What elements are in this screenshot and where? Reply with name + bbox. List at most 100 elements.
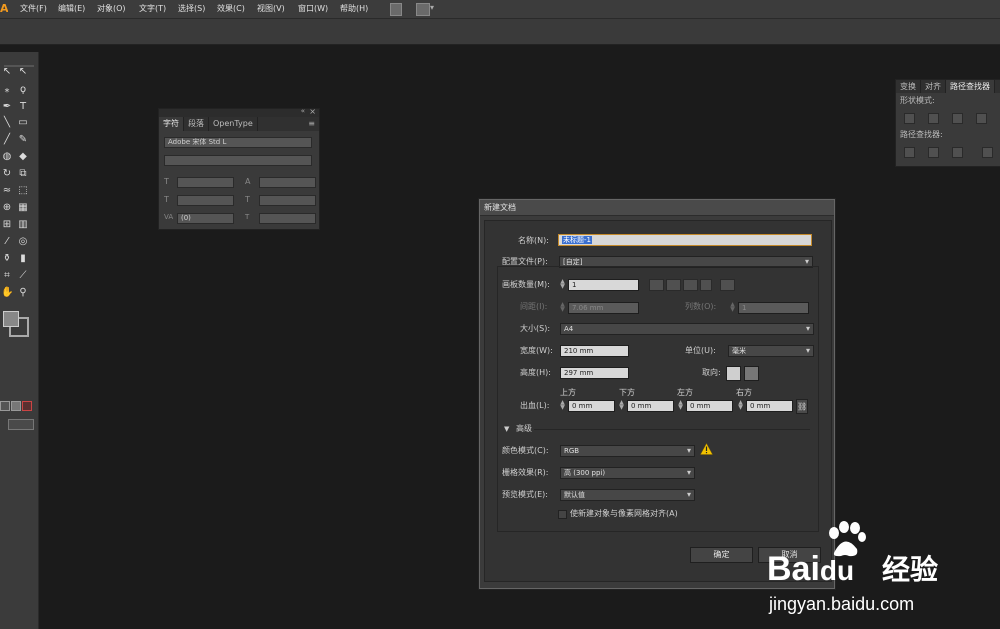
menu-effect[interactable]: 效果(C) xyxy=(217,0,245,18)
artboard-tool-icon[interactable]: ⌗ xyxy=(1,270,13,282)
hand-tool-icon[interactable]: ✋ xyxy=(1,287,13,299)
chevron-down-icon[interactable]: ▾ xyxy=(430,3,434,12)
blob-brush-tool-icon[interactable]: ◍ xyxy=(1,151,13,163)
tab-paragraph[interactable]: 段落 xyxy=(184,117,209,131)
color-mode-select[interactable]: RGB xyxy=(560,445,695,457)
raster-effects-select[interactable]: 高 (300 ppi) xyxy=(560,467,695,479)
intersect-icon[interactable] xyxy=(952,113,963,124)
trim-icon[interactable] xyxy=(928,147,939,158)
portrait-orientation-icon[interactable] xyxy=(726,366,741,381)
leading-field[interactable] xyxy=(259,177,316,188)
bleed-top-spinner[interactable]: ▲ ▼ xyxy=(560,400,565,411)
right-to-left-icon[interactable] xyxy=(720,279,735,291)
shape-builder-tool-icon[interactable]: ⊕ xyxy=(1,202,13,214)
arrange-by-column-icon[interactable] xyxy=(700,279,712,291)
vertical-scale-field[interactable] xyxy=(259,213,316,224)
bridge-icon[interactable] xyxy=(390,3,402,16)
close-icon[interactable]: × xyxy=(309,107,316,116)
rotate-tool-icon[interactable]: ↻ xyxy=(1,168,13,180)
grid-by-column-icon[interactable] xyxy=(666,279,681,291)
merge-icon[interactable] xyxy=(952,147,963,158)
drawing-mode-icon[interactable] xyxy=(8,419,34,430)
zoom-tool-icon[interactable]: ⚲ xyxy=(17,287,29,299)
fill-stroke-swatches[interactable] xyxy=(3,311,29,337)
menu-help[interactable]: 帮助(H) xyxy=(340,0,368,18)
width-input[interactable]: 210 mm xyxy=(560,345,629,357)
bleed-bottom-spinner[interactable]: ▲ ▼ xyxy=(619,400,624,411)
pencil-tool-icon[interactable]: ✎ xyxy=(17,134,29,146)
menu-edit[interactable]: 编辑(E) xyxy=(58,0,85,18)
pen-tool-icon[interactable]: ✒ xyxy=(1,101,13,113)
artboards-spinner[interactable]: ▲ ▼ xyxy=(560,279,565,290)
collapse-icon[interactable]: « xyxy=(301,107,305,115)
panel-menu-icon[interactable]: ≡ xyxy=(308,117,319,131)
height-input[interactable]: 297 mm xyxy=(560,367,629,379)
menu-file[interactable]: 文件(F) xyxy=(20,0,47,18)
menu-select[interactable]: 选择(S) xyxy=(178,0,205,18)
gradient-tool-icon[interactable]: ▥ xyxy=(17,219,29,231)
menu-object[interactable]: 对象(O) xyxy=(97,0,126,18)
scale-tool-icon[interactable]: ⧉ xyxy=(17,168,29,180)
width-tool-icon[interactable]: ≈ xyxy=(1,185,13,197)
size-select[interactable]: A4 xyxy=(560,323,814,335)
gradient-mode-icon[interactable] xyxy=(11,401,21,411)
font-size-field[interactable] xyxy=(177,177,234,188)
symbol-sprayer-tool-icon[interactable]: ⚱ xyxy=(1,253,13,265)
color-mode-icon[interactable] xyxy=(0,401,10,411)
name-input[interactable]: 未标题-1 xyxy=(558,234,812,246)
divide-icon[interactable] xyxy=(904,147,915,158)
landscape-orientation-icon[interactable] xyxy=(744,366,759,381)
menu-view[interactable]: 视图(V) xyxy=(257,0,285,18)
bleed-bottom-input[interactable]: 0 mm xyxy=(627,400,674,412)
line-tool-icon[interactable]: ╲ xyxy=(1,117,13,129)
menu-type[interactable]: 文字(T) xyxy=(139,0,166,18)
dialog-title-bar[interactable]: 新建文档 xyxy=(480,200,834,216)
blend-tool-icon[interactable]: ◎ xyxy=(17,236,29,248)
rectangle-tool-icon[interactable]: ▭ xyxy=(17,117,29,129)
bleed-left-input[interactable]: 0 mm xyxy=(686,400,733,412)
none-mode-icon[interactable] xyxy=(22,401,32,411)
tab-character[interactable]: 字符 xyxy=(159,117,184,131)
bleed-right-input[interactable]: 0 mm xyxy=(746,400,793,412)
tab-pathfinder[interactable]: 路径查找器 xyxy=(946,80,995,93)
eraser-tool-icon[interactable]: ◆ xyxy=(17,151,29,163)
magic-wand-tool-icon[interactable]: ⁎ xyxy=(1,84,13,96)
perspective-grid-tool-icon[interactable]: ▦ xyxy=(17,202,29,214)
direct-selection-tool-icon[interactable]: ↖ xyxy=(17,66,29,78)
font-style-select[interactable] xyxy=(164,155,312,166)
artboards-input[interactable]: 1 xyxy=(568,279,639,291)
exclude-icon[interactable] xyxy=(976,113,987,124)
menu-window[interactable]: 窗口(W) xyxy=(298,0,328,18)
selection-tool-icon[interactable]: ↖ xyxy=(1,66,13,78)
horizontal-scale-field[interactable] xyxy=(259,195,316,206)
grid-by-row-icon[interactable] xyxy=(649,279,664,291)
advanced-toggle-icon[interactable]: ▼ xyxy=(504,425,509,433)
kerning-field[interactable] xyxy=(177,195,234,206)
units-select[interactable]: 毫米 xyxy=(728,345,814,357)
tab-opentype[interactable]: OpenType xyxy=(209,117,258,131)
unite-icon[interactable] xyxy=(904,113,915,124)
slice-tool-icon[interactable]: ⟋ xyxy=(17,270,29,282)
eyedropper-tool-icon[interactable]: ⁄ xyxy=(1,236,13,248)
tracking-field[interactable]: (0) xyxy=(177,213,234,224)
tab-align[interactable]: 对齐 xyxy=(921,80,946,93)
bleed-left-spinner[interactable]: ▲ ▼ xyxy=(678,400,683,411)
bleed-top-input[interactable]: 0 mm xyxy=(568,400,615,412)
free-transform-tool-icon[interactable]: ⬚ xyxy=(17,185,29,197)
arrange-by-row-icon[interactable] xyxy=(683,279,698,291)
mesh-tool-icon[interactable]: ⊞ xyxy=(1,219,13,231)
font-family-select[interactable]: Adobe 宋体 Std L xyxy=(164,137,312,148)
preview-mode-select[interactable]: 默认值 xyxy=(560,489,695,501)
type-tool-icon[interactable]: T xyxy=(17,101,29,113)
panel-header[interactable]: « × xyxy=(159,107,319,117)
link-bleed-icon[interactable]: ⛓ xyxy=(796,399,808,414)
lasso-tool-icon[interactable]: ϙ xyxy=(17,84,29,96)
tab-transform[interactable]: 变换 xyxy=(896,80,921,93)
arrange-documents-icon[interactable] xyxy=(416,3,430,16)
advanced-label[interactable]: 高级 xyxy=(516,423,532,435)
crop-icon[interactable] xyxy=(982,147,993,158)
align-to-pixel-grid-checkbox[interactable] xyxy=(558,510,567,519)
paintbrush-tool-icon[interactable]: ╱ xyxy=(1,134,13,146)
minus-front-icon[interactable] xyxy=(928,113,939,124)
ok-button[interactable]: 确定 xyxy=(690,547,753,563)
